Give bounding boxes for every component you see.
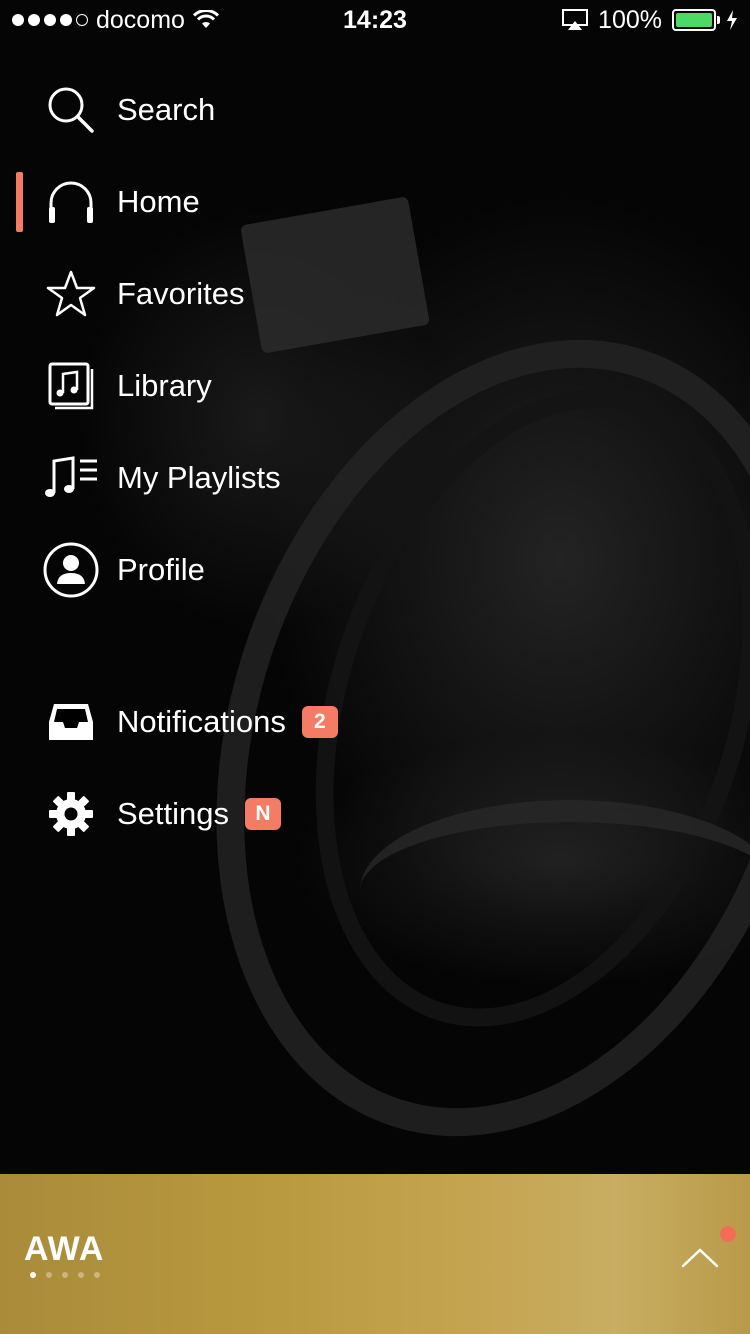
menu-item-label: My Playlists <box>117 460 281 495</box>
chevron-up-icon[interactable] <box>680 1242 720 1272</box>
menu-item-label: Home <box>117 184 200 219</box>
menu-item-my-playlists[interactable]: My Playlists <box>0 432 420 524</box>
profile-icon <box>40 539 102 601</box>
charging-icon <box>727 10 737 30</box>
notification-dot <box>720 1226 736 1242</box>
menu-item-label: Notifications 2 <box>117 704 338 740</box>
settings-label: Settings <box>117 796 230 831</box>
menu-item-settings[interactable]: Settings N <box>0 768 420 860</box>
star-icon <box>40 263 102 325</box>
app-logo: AWA <box>24 1230 105 1268</box>
battery-percent: 100% <box>598 6 662 34</box>
search-icon <box>40 79 102 141</box>
menu-item-profile[interactable]: Profile <box>0 524 420 616</box>
menu-item-label: Profile <box>117 552 205 587</box>
notification-count-badge: 2 <box>301 705 338 738</box>
page-indicator <box>30 1272 100 1278</box>
menu-item-notifications[interactable]: Notifications 2 <box>0 676 420 768</box>
playlist-icon <box>40 447 102 509</box>
menu-item-label: Settings N <box>117 796 282 832</box>
menu-item-label: Search <box>117 92 216 127</box>
status-bar: docomo 14:23 100% <box>0 0 750 40</box>
menu-item-label: Favorites <box>117 276 245 311</box>
airplay-icon <box>562 9 589 30</box>
new-badge: N <box>245 797 282 830</box>
menu-item-library[interactable]: Library <box>0 340 420 432</box>
library-icon <box>40 355 102 417</box>
inbox-icon <box>40 691 102 753</box>
menu-item-label: Library <box>117 368 212 403</box>
battery-icon <box>672 9 720 31</box>
menu-item-favorites[interactable]: Favorites <box>0 248 420 340</box>
menu-item-search[interactable]: Search <box>0 64 420 156</box>
gear-icon <box>40 783 102 845</box>
mini-player-bar[interactable]: AWA <box>0 1174 750 1334</box>
headphones-icon <box>40 171 102 233</box>
notifications-label: Notifications <box>117 704 286 739</box>
menu-item-home[interactable]: Home <box>0 156 420 248</box>
